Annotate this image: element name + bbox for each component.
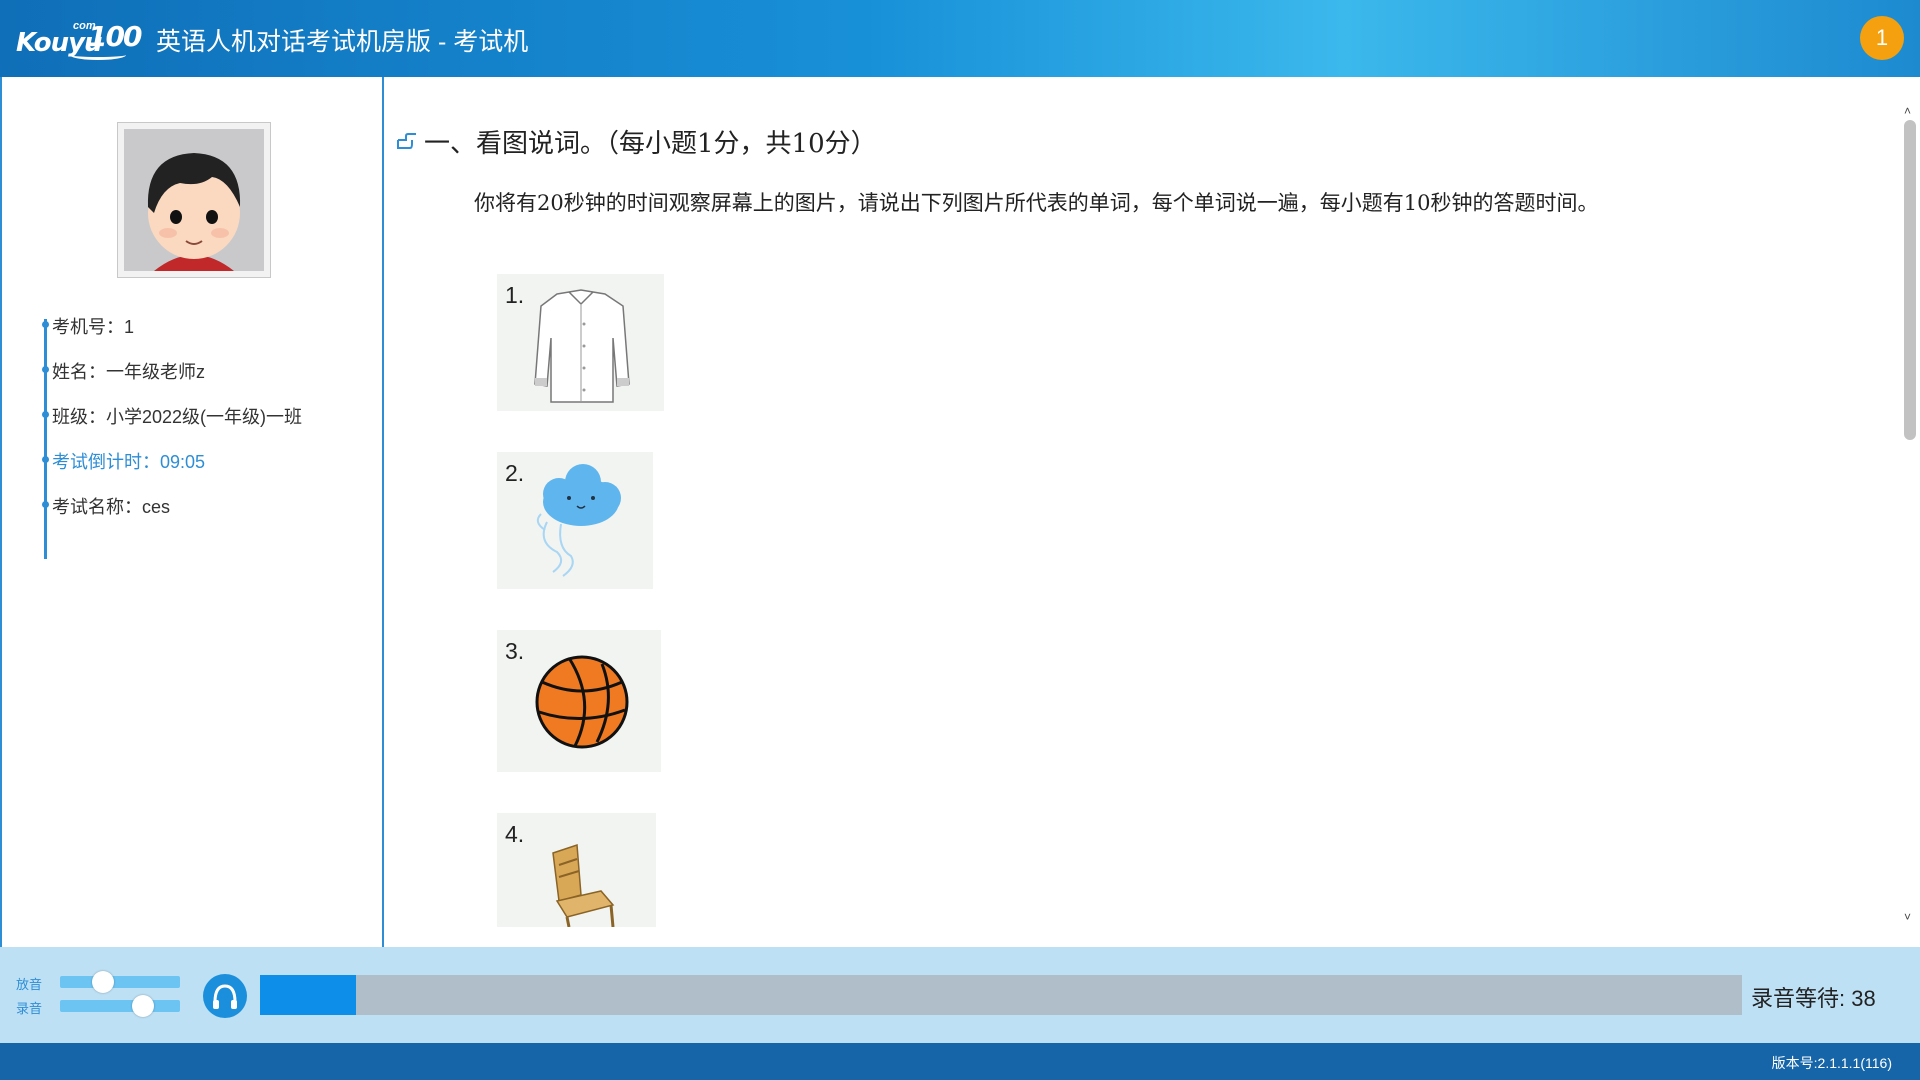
status-bar: 版本号:2.1.1.1(116): [0, 1043, 1920, 1080]
exam-name-text: 考试名称：ces: [52, 497, 171, 517]
pointing-hand-icon: [397, 133, 416, 149]
scroll-up-icon[interactable]: ˄: [1904, 104, 1911, 118]
record-volume-label: 录音: [16, 1001, 43, 1016]
logo-number: 100: [88, 20, 142, 53]
boy-avatar-icon: [124, 129, 264, 271]
picture-item: 3.: [497, 630, 661, 772]
picture-item: 1.: [497, 274, 664, 411]
record-volume-slider[interactable]: [60, 995, 180, 1017]
scroll-down-icon[interactable]: ˅: [1904, 910, 1911, 924]
picture-item: 2.: [497, 452, 653, 589]
picture-number: 1.: [505, 282, 525, 308]
version-label: 版本号:2.1.1.1(116): [1771, 1055, 1892, 1071]
bullet-icon: [42, 411, 49, 418]
picture-item: 4.: [497, 813, 656, 928]
title-bar: Kouyu com 100 英语人机对话考试机房版 - 考试机 1: [0, 0, 1920, 77]
avatar-image: [124, 129, 264, 271]
student-class-text: 班级：小学2022级(一年级)一班: [52, 407, 303, 427]
logo-swoosh: [70, 50, 126, 60]
record-wait-status: 录音等待: 38: [1751, 986, 1876, 1011]
app-title: 英语人机对话考试机房版 - 考试机: [156, 28, 529, 56]
playback-volume-slider[interactable]: [60, 971, 180, 993]
bullet-icon: [42, 366, 49, 373]
picture-number: 3.: [505, 638, 525, 664]
exam-number-text: 考机号：1: [52, 317, 135, 337]
recording-progress-bar: [260, 975, 1742, 1015]
question-area: 一、看图说词。（每小题1分，共10分） 你将有20秒钟的时间观察屏幕上的图片，请…: [384, 77, 1902, 947]
audio-control-bar: 放音 录音 录音等待: 38: [0, 947, 1920, 1043]
playback-volume-label: 放音: [16, 977, 43, 992]
exam-number: 考机号：1: [42, 313, 135, 339]
student-info-panel: 考机号：1 姓名：一年级老师z 班级：小学2022级(一年级)一班 考试倒计时：…: [0, 77, 384, 947]
exam-name: 考试名称：ces: [42, 493, 171, 519]
section-title: 一、看图说词。（每小题1分，共10分）: [396, 123, 877, 160]
notification-badge[interactable]: 1: [1860, 16, 1904, 60]
playback-volume-knob[interactable]: [92, 971, 115, 993]
exam-countdown-text: 考试倒计时：09:05: [52, 452, 206, 472]
student-name: 姓名：一年级老师z: [42, 358, 205, 384]
recording-progress-fill: [260, 975, 357, 1015]
avatar: [117, 122, 271, 278]
bullet-icon: [42, 456, 49, 463]
exam-countdown: 考试倒计时：09:05: [42, 448, 206, 474]
headphones-icon: [213, 984, 237, 1009]
scrollbar-thumb[interactable]: [1904, 120, 1916, 440]
picture-number: 2.: [505, 460, 525, 486]
student-name-text: 姓名：一年级老师z: [52, 362, 205, 382]
section-title-text: 一、看图说词。（每小题1分，共10分）: [424, 129, 877, 159]
headphones-button[interactable]: [203, 974, 247, 1018]
bullet-icon: [42, 321, 49, 328]
bullet-icon: [42, 501, 49, 508]
info-timeline: [44, 319, 47, 559]
question-instructions: 你将有20秒钟的时间观察屏幕上的图片，请说出下列图片所代表的单词，每个单词说一遍…: [474, 191, 1599, 215]
picture-number: 4.: [505, 821, 525, 847]
record-volume-knob[interactable]: [131, 995, 154, 1017]
kouyu100-logo: Kouyu com 100: [16, 16, 142, 60]
student-class: 班级：小学2022级(一年级)一班: [42, 403, 303, 429]
